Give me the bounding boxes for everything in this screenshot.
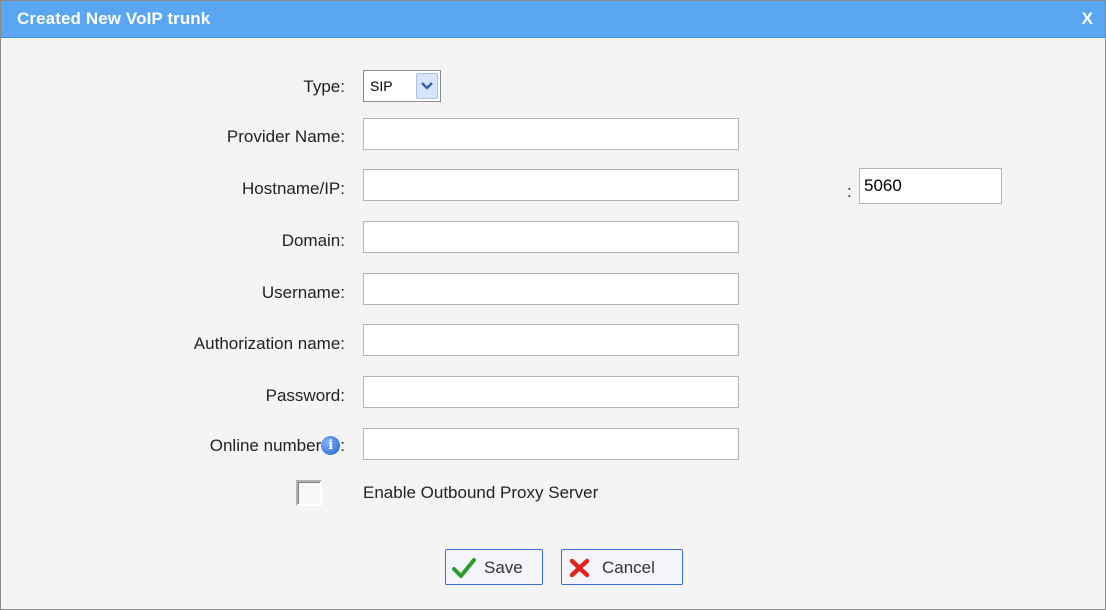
outbound-proxy-label: Enable Outbound Proxy Server [363,483,599,502]
online-number-input[interactable] [363,428,739,460]
online-number-label-group: Online number i: [210,436,345,456]
type-select[interactable]: SIP [363,70,441,102]
provider-name-label: Provider Name: [226,127,345,146]
port-separator: : [847,182,852,201]
password-label: Password: [265,386,345,405]
voip-trunk-dialog: Created New VoIP trunk X Type: SIP Provi… [0,0,1106,610]
cancel-button[interactable]: Cancel [561,549,683,585]
save-button-label: Save [484,558,523,577]
hostname-label: Hostname/IP: [242,179,345,198]
cancel-button-label: Cancel [602,558,655,577]
type-label: Type: [303,77,345,96]
type-select-value: SIP [370,78,393,94]
dialog-title: Created New VoIP trunk [17,9,211,28]
provider-name-input[interactable] [363,118,739,150]
online-number-colon: : [340,436,345,455]
checkmark-icon [452,558,476,578]
info-icon[interactable]: i [321,436,341,455]
domain-label: Domain: [281,231,345,250]
authorization-name-input[interactable] [363,324,739,356]
close-button[interactable]: X [1082,9,1093,29]
online-number-label: Online number [209,436,322,455]
authorization-name-label: Authorization name: [193,334,345,353]
outbound-proxy-checkbox[interactable] [296,480,322,506]
save-button[interactable]: Save [445,549,543,585]
chevron-down-icon [421,82,433,90]
username-label: Username: [261,283,345,302]
domain-input[interactable] [363,221,739,253]
x-cancel-icon [569,558,590,578]
port-input[interactable] [859,168,1002,204]
dropdown-button[interactable] [416,73,438,99]
password-input[interactable] [363,376,739,408]
hostname-input[interactable] [363,169,739,201]
dialog-titlebar: Created New VoIP trunk X [1,1,1105,38]
username-input[interactable] [363,273,739,305]
